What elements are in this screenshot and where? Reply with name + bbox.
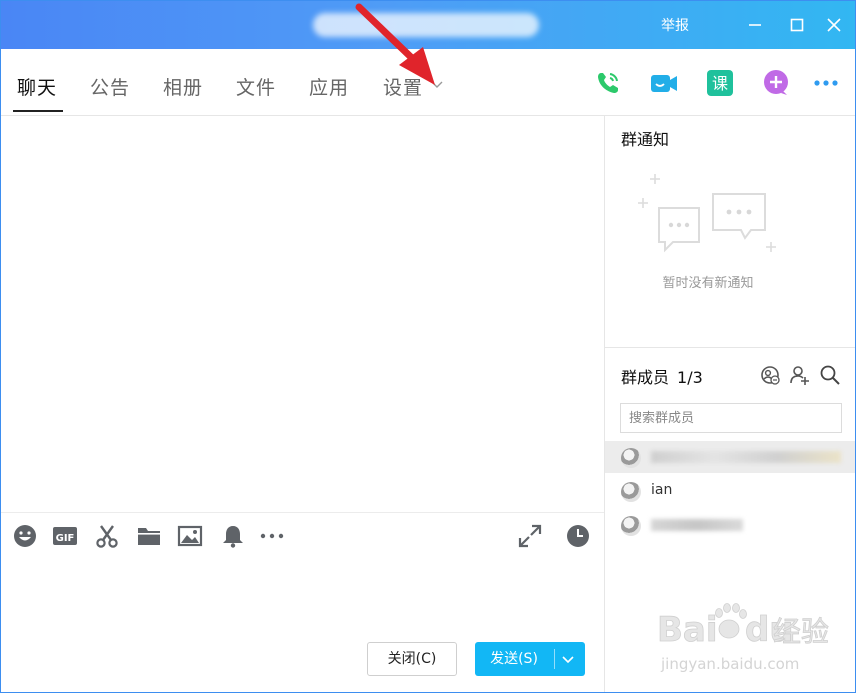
search-icon[interactable] (819, 364, 841, 386)
tab-album[interactable]: 相册 (163, 73, 203, 100)
tab-announcements[interactable]: 公告 (90, 73, 130, 100)
maximize-icon (790, 18, 804, 32)
lesson-glyph: 课 (712, 74, 728, 93)
member-search-input[interactable] (620, 403, 842, 433)
image-icon[interactable] (177, 523, 203, 549)
screenshot-scissors-icon[interactable] (94, 523, 120, 549)
more-icon[interactable] (811, 68, 841, 98)
lesson-icon[interactable]: 课 (705, 68, 735, 98)
report-link[interactable]: 举报 (661, 15, 689, 35)
chevron-down-icon[interactable] (561, 652, 575, 666)
send-button-label: 发送(S) (490, 651, 538, 667)
empty-notice-illustration-icon (638, 174, 776, 253)
avatar (621, 448, 641, 468)
add-member-icon[interactable] (789, 364, 811, 386)
gif-glyph: GIF (56, 533, 75, 544)
close-window-button[interactable] (821, 12, 847, 38)
tab-apps[interactable]: 应用 (309, 73, 349, 100)
tab-chat[interactable]: 聊天 (17, 73, 57, 100)
bell-icon[interactable] (220, 523, 246, 549)
tab-files[interactable]: 文件 (236, 73, 276, 100)
blurred-member-name (651, 451, 841, 463)
video-call-icon[interactable] (649, 68, 679, 98)
send-divider (554, 649, 555, 669)
add-app-icon[interactable] (761, 68, 791, 98)
svg-text:Bai: Bai (657, 610, 718, 650)
close-icon (827, 18, 841, 32)
blurred-member-name (651, 519, 743, 531)
folder-icon[interactable] (136, 523, 162, 549)
baidu-watermark-logo: Bai du 经验 jingyan.baidu.com (657, 603, 829, 673)
maximize-button[interactable] (784, 12, 810, 38)
member-settings-icon[interactable] (759, 364, 781, 386)
minimize-icon (749, 24, 761, 26)
member-item[interactable]: ian (605, 475, 855, 507)
member-name: ian (651, 482, 673, 498)
no-notice-text: 暂时没有新通知 (662, 276, 754, 291)
members-title-label: 群成员 (621, 368, 670, 387)
member-count: 1/3 (677, 368, 703, 387)
input-toolbar: GIF (1, 512, 604, 557)
members-title: 群成员 1/3 (621, 364, 703, 388)
member-item[interactable] (605, 509, 855, 541)
message-area[interactable] (1, 116, 604, 512)
phone-call-icon[interactable] (593, 68, 623, 98)
active-tab-indicator (13, 110, 63, 112)
group-notice-title: 群通知 (621, 130, 670, 149)
group-chat-window: 举报 聊天 公告 相册 文件 应用 设置 课 GIF 关闭(C) 发送(S) 群… (0, 0, 856, 693)
member-item[interactable] (605, 441, 855, 473)
close-button[interactable]: 关闭(C) (367, 642, 457, 676)
annotation-arrow-icon (355, 3, 435, 85)
send-button[interactable]: 发送(S) (475, 642, 585, 676)
avatar (621, 482, 641, 502)
expand-icon[interactable] (517, 523, 543, 549)
gif-icon[interactable]: GIF (52, 523, 78, 549)
history-clock-icon[interactable] (565, 523, 591, 549)
minimize-button[interactable] (742, 12, 768, 38)
svg-text:经验: 经验 (773, 615, 829, 648)
more-icon[interactable] (259, 523, 285, 549)
svg-text:jingyan.baidu.com: jingyan.baidu.com (660, 655, 799, 673)
avatar (621, 516, 641, 536)
emoji-icon[interactable] (12, 523, 38, 549)
chat-pane: GIF 关闭(C) 发送(S) (1, 116, 605, 692)
